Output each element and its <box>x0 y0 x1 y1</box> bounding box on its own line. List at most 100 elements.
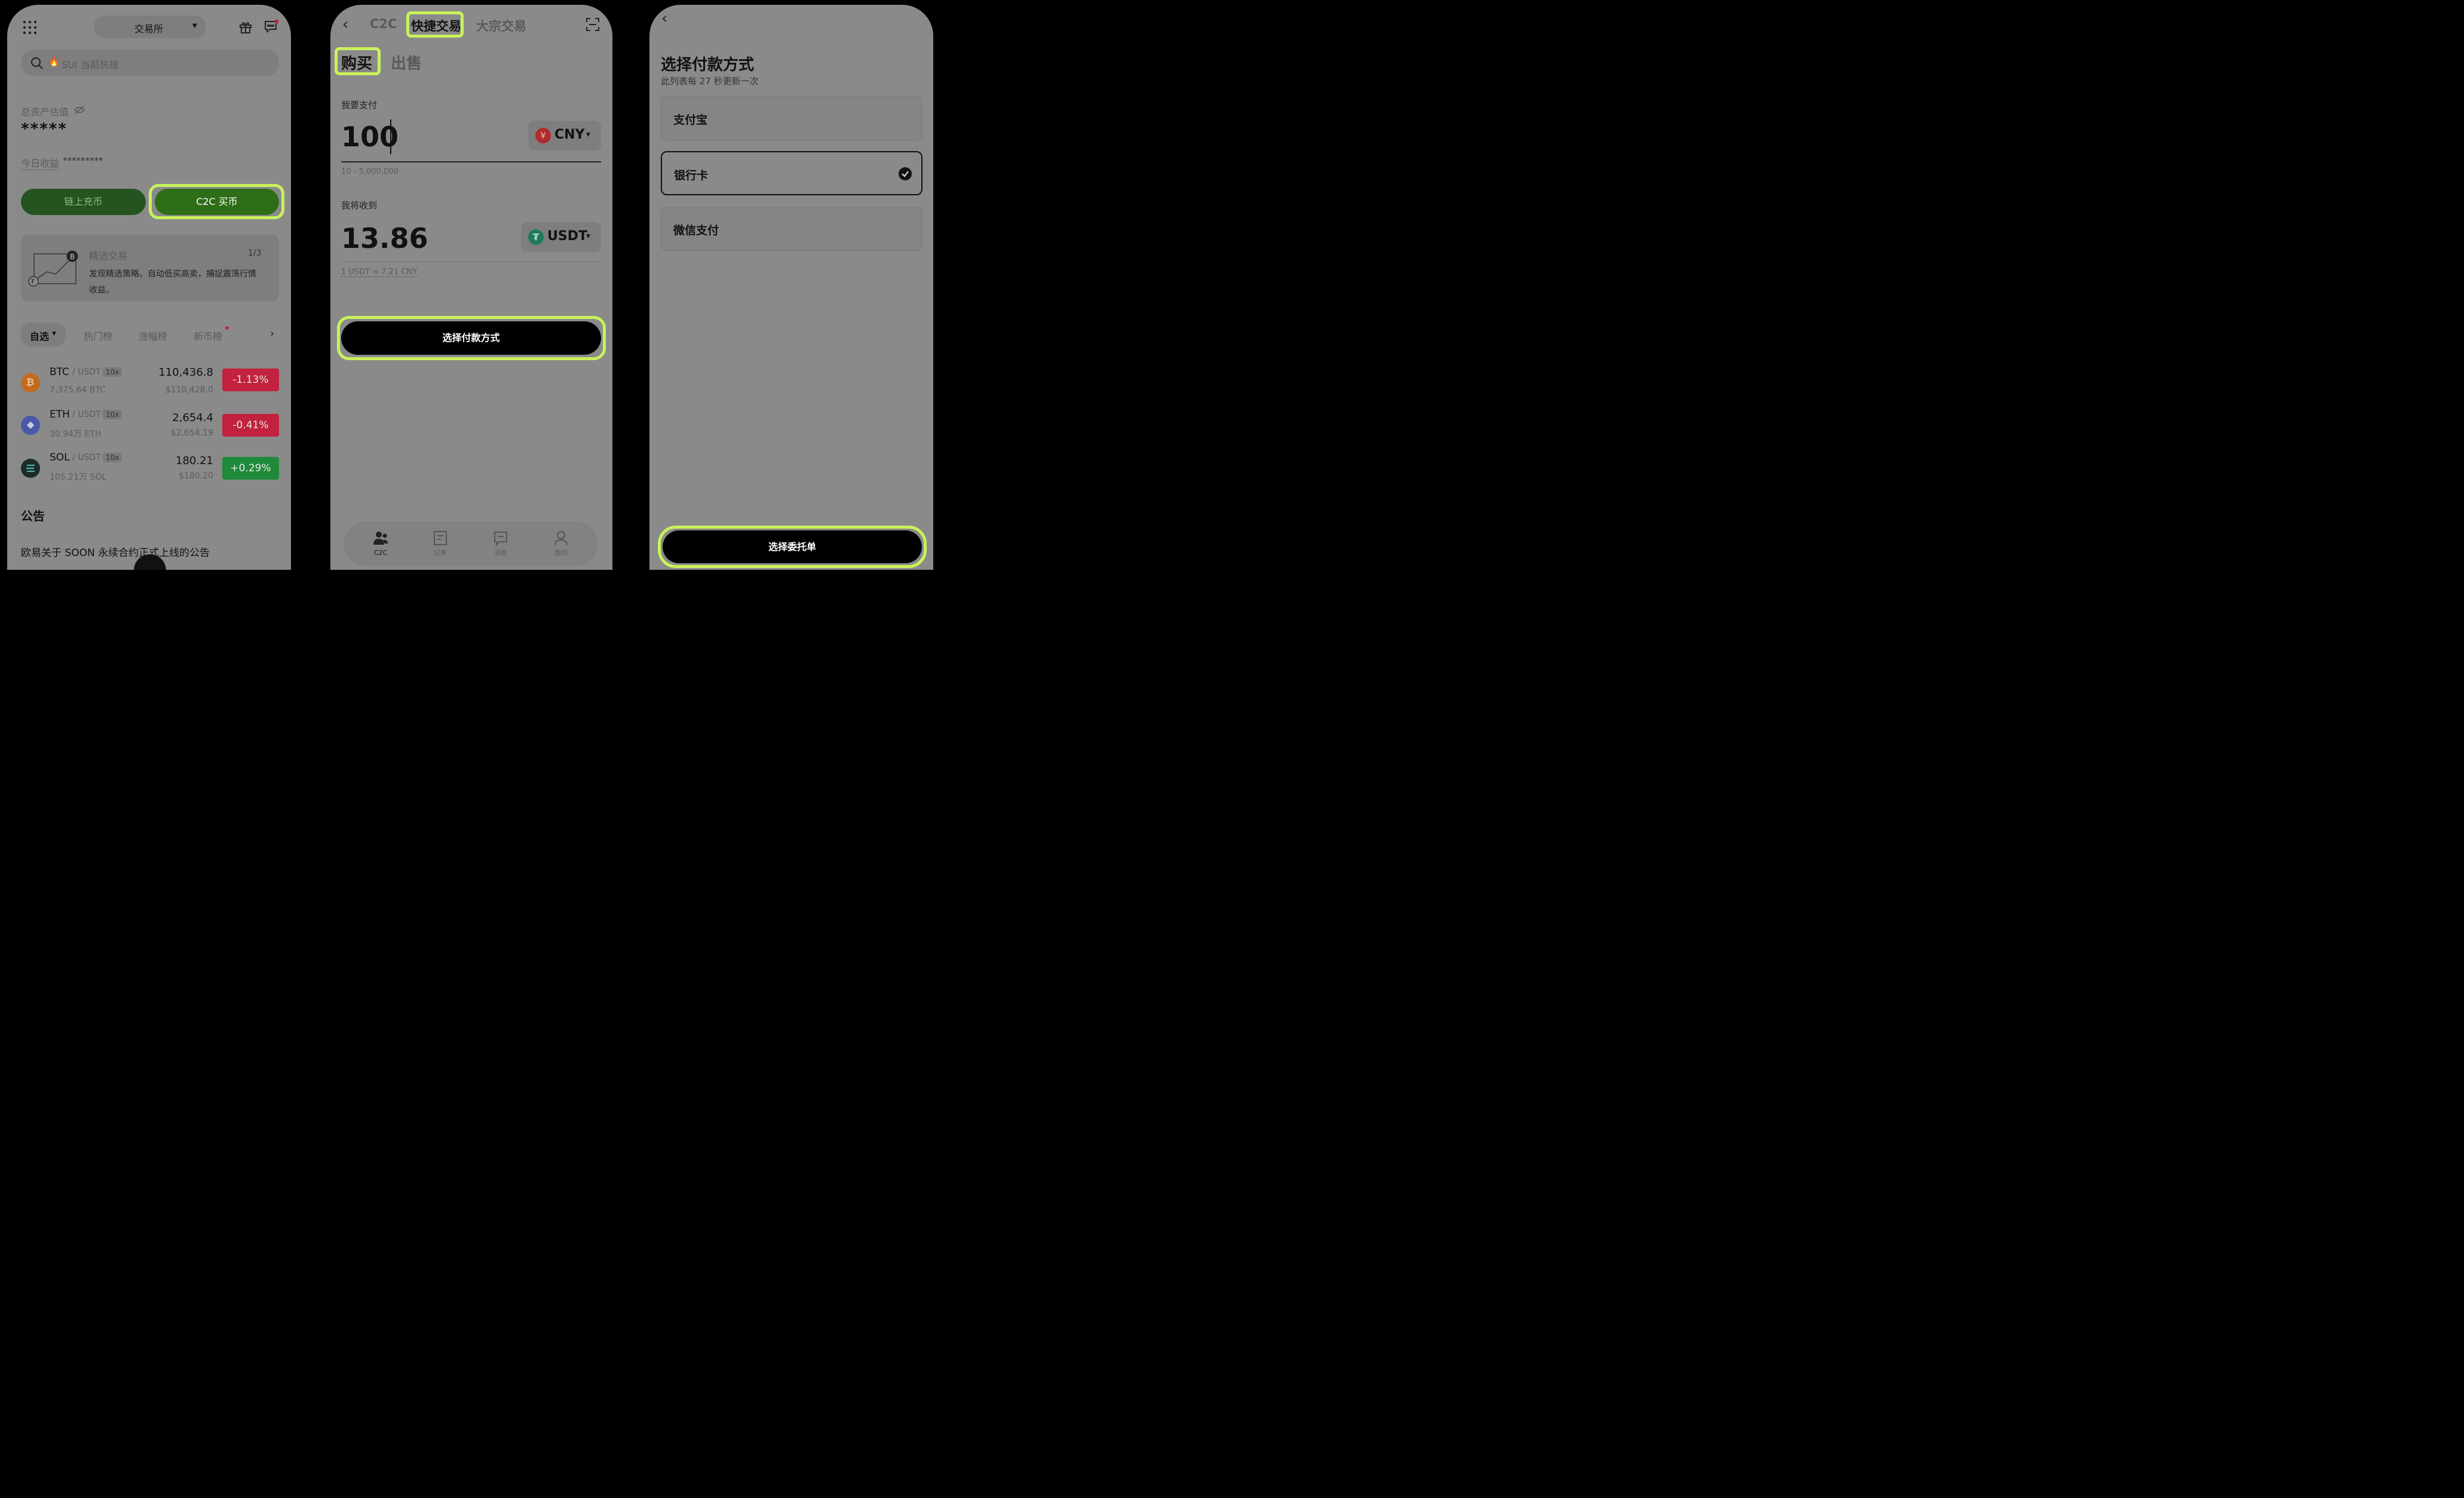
nav-messages-label: 消息 <box>494 549 507 557</box>
receive-amount-field: 13.86 ₮ USDT ▼ <box>341 219 601 262</box>
market-volume: 105.21万 SOL <box>50 472 107 482</box>
onchain-deposit-button[interactable]: 链上充币 <box>21 189 146 215</box>
text-cursor <box>390 119 391 154</box>
search-bar[interactable]: 🔥 SUI 当前热搜 <box>21 50 279 76</box>
chevron-right-icon[interactable]: › <box>270 327 274 340</box>
payment-option-wechat[interactable]: 微信支付 <box>661 207 923 251</box>
trading-chart-icon: B ₮ <box>26 248 82 290</box>
market-row-eth[interactable]: ◆ ETH / USDT 10x 30.94万 ETH 2,654.4 $2,6… <box>21 409 279 442</box>
featured-text-line2: 收益。 <box>89 286 114 295</box>
total-assets-label: 总资产估值 <box>21 106 69 118</box>
nav-profile-label: 我的 <box>554 549 568 557</box>
payment-option-bank-card[interactable]: 银行卡 <box>661 151 923 195</box>
tab-new-listings[interactable]: 新币榜 <box>194 329 222 343</box>
today-pnl-value: ********* <box>63 155 103 166</box>
today-pnl-label: 今日收益 <box>21 155 60 170</box>
scan-icon[interactable] <box>586 18 599 31</box>
exchange-rate: 1 USDT ≈ 7.21 CNY <box>341 268 418 277</box>
fire-icon: 🔥 <box>48 56 60 67</box>
change-badge: -1.13% <box>222 369 279 391</box>
exchange-selector[interactable]: 交易所 ▼ <box>94 16 206 38</box>
featured-text-line1: 发现精选策略。自动低买高卖，捕捉震荡行情 <box>89 269 256 279</box>
message-icon[interactable] <box>263 19 279 35</box>
pay-currency-selector[interactable]: ¥ CNY ▼ <box>528 121 601 151</box>
select-order-button[interactable]: 选择委托单 <box>663 530 922 563</box>
market-row-sol[interactable]: SOL / USDT 10x 105.21万 SOL 180.21 $180.2… <box>21 452 279 485</box>
nav-profile[interactable]: 我的 <box>554 530 568 557</box>
exchange-selector-label: 交易所 <box>134 23 164 35</box>
nav-orders-label: 订单 <box>434 549 447 557</box>
featured-title: 精选交易 <box>89 250 128 262</box>
apps-grid-icon[interactable] <box>23 20 37 35</box>
back-arrow-icon[interactable]: ‹ <box>661 10 667 27</box>
nav-c2c[interactable]: C2C <box>372 530 389 557</box>
leverage-badge: 10x <box>103 367 122 377</box>
market-base: SOL <box>50 452 70 463</box>
chevron-down-icon: ▼ <box>52 331 56 337</box>
market-row-btc[interactable]: ₿ BTC / USDT 10x 7,375.64 BTC 110,436.8 … <box>21 366 279 400</box>
back-arrow-icon[interactable]: ‹ <box>342 16 348 33</box>
svg-text:B: B <box>70 253 75 261</box>
check-icon <box>899 167 912 180</box>
tab-c2c[interactable]: C2C <box>370 17 397 31</box>
market-volume: 30.94万 ETH <box>50 429 102 439</box>
c2c-buy-button[interactable]: C2C 买币 <box>155 189 279 215</box>
payment-option-label: 银行卡 <box>674 169 709 182</box>
search-placeholder: SUI 当前热搜 <box>62 59 119 70</box>
bottom-nav: C2C 订单 消息 我的 <box>344 521 598 566</box>
usdt-icon: ₮ <box>528 229 544 245</box>
market-price: 110,436.8 <box>158 366 213 379</box>
market-price: 180.21 <box>176 455 213 467</box>
select-payment-method-button[interactable]: 选择付款方式 <box>341 321 601 355</box>
featured-trading-card[interactable]: B ₮ 精选交易 1/3 发现精选策略。自动低买高卖，捕捉震荡行情 收益。 <box>21 235 279 302</box>
nav-messages[interactable]: 消息 <box>494 530 508 557</box>
new-dot <box>225 326 229 330</box>
pay-range: 10 - 5,000,000 <box>341 167 399 176</box>
market-usd-price: $180.20 <box>179 471 213 481</box>
tab-block-trade[interactable]: 大宗交易 <box>476 17 526 35</box>
receive-currency-selector[interactable]: ₮ USDT ▼ <box>521 222 601 252</box>
market-usd-price: $110,428.0 <box>165 385 213 395</box>
payment-option-alipay[interactable]: 支付宝 <box>661 96 923 140</box>
receive-amount: 13.86 <box>341 222 428 254</box>
phone-payment-method: ‹ 选择付款方式 此列表每 27 秒更新一次 支付宝 银行卡 微信支付 选择委托… <box>649 5 933 570</box>
market-volume: 7,375.64 BTC <box>50 385 106 395</box>
side-tab-sell[interactable]: 出售 <box>391 51 422 73</box>
market-price: 2,654.4 <box>172 412 213 424</box>
svg-text:₮: ₮ <box>30 278 35 286</box>
refresh-note: 此列表每 27 秒更新一次 <box>661 76 759 87</box>
eye-hidden-icon[interactable] <box>74 106 85 114</box>
btc-coin-icon: ₿ <box>21 373 40 392</box>
chevron-down-icon: ▼ <box>586 234 590 240</box>
tab-watchlist[interactable]: 自选 ▼ <box>21 323 66 346</box>
leverage-badge: 10x <box>103 453 122 462</box>
market-quote: / USDT <box>72 410 101 419</box>
featured-pager: 1/3 <box>248 248 262 258</box>
phone-quick-trade: ‹ C2C 快捷交易 大宗交易 购买 出售 我要支付 100 ¥ CNY ▼ 1… <box>330 5 612 570</box>
gift-icon[interactable] <box>238 20 253 34</box>
nav-c2c-label: C2C <box>373 549 388 557</box>
side-tab-buy[interactable]: 购买 <box>341 51 372 73</box>
announcements-title: 公告 <box>21 509 45 523</box>
payment-option-label: 支付宝 <box>673 113 708 127</box>
market-usd-price: $2,654.19 <box>170 428 213 438</box>
change-badge: -0.41% <box>222 414 279 437</box>
pay-label: 我要支付 <box>341 100 378 110</box>
pay-amount-field[interactable]: 100 ¥ CNY ▼ <box>341 118 601 162</box>
total-assets-value: ***** <box>21 120 68 138</box>
tab-quick-trade[interactable]: 快捷交易 <box>411 17 461 35</box>
cny-icon: ¥ <box>535 128 551 143</box>
change-badge: +0.29% <box>222 457 279 480</box>
page-title: 选择付款方式 <box>661 56 755 74</box>
tab-gainers[interactable]: 涨幅榜 <box>139 329 167 343</box>
phone-exchange-home: 交易所 ▼ 🔥 SUI 当前热搜 总资产估值 ***** 今日收益 ******… <box>7 5 291 570</box>
nav-orders[interactable]: 订单 <box>433 530 448 557</box>
tab-hot[interactable]: 热门榜 <box>84 329 112 343</box>
payment-option-label: 微信支付 <box>673 224 719 237</box>
receive-label: 我将收到 <box>341 200 378 211</box>
market-base: BTC <box>50 366 69 378</box>
chevron-down-icon: ▼ <box>192 23 197 29</box>
search-icon <box>30 57 44 70</box>
market-quote: / USDT <box>72 367 101 377</box>
announcement-item[interactable]: 欧易关于 SOON 永续合约正式上线的公告 <box>21 544 210 559</box>
